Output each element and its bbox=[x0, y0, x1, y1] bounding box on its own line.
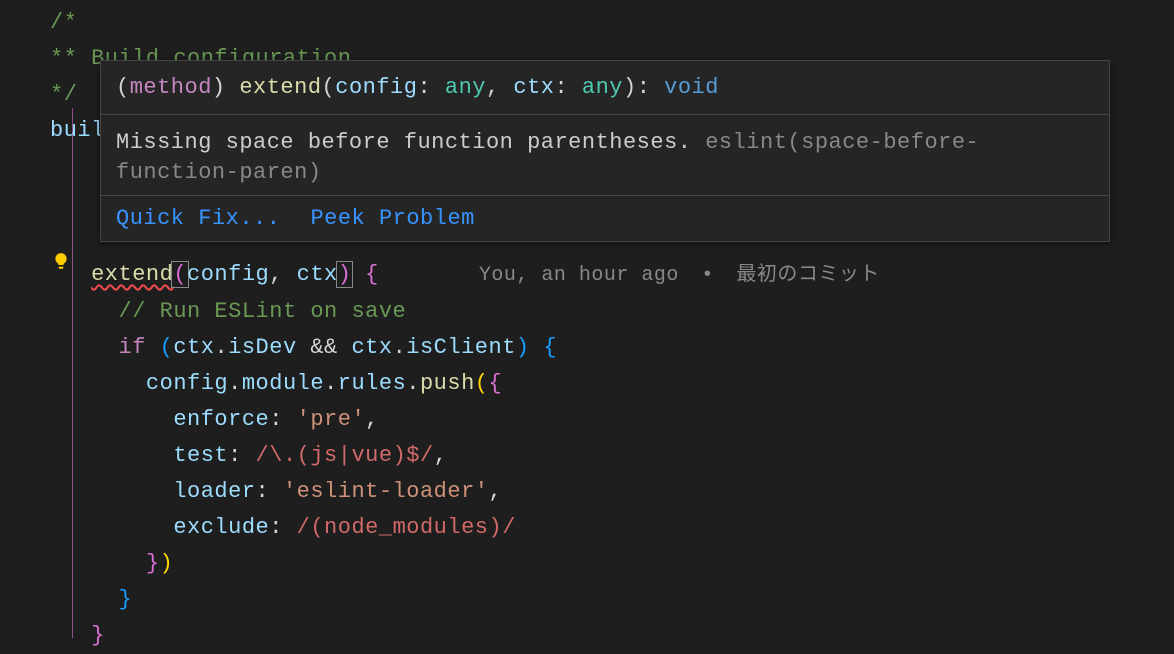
ctx-ref2: ctx bbox=[351, 335, 392, 360]
hover-signature: (method) extend(config: any, ctx: any): … bbox=[101, 61, 1109, 115]
param-config: config bbox=[187, 262, 269, 287]
lightbulb-icon[interactable] bbox=[52, 252, 72, 272]
param-ctx: ctx bbox=[297, 262, 338, 287]
extend-line[interactable]: extend(config, ctx) {You, an hour ago • … bbox=[50, 257, 1174, 294]
if-keyword: if bbox=[119, 335, 146, 360]
eslint-comment: // Run ESLint on save bbox=[119, 299, 407, 324]
quick-fix-link[interactable]: Quick Fix... bbox=[116, 206, 280, 231]
hover-widget: (method) extend(config: any, ctx: any): … bbox=[100, 60, 1110, 242]
hover-actions: Quick Fix... Peek Problem bbox=[101, 196, 1109, 241]
exclude-regex: /(node_modules)/ bbox=[297, 515, 516, 540]
hover-problem: Missing space before function parenthese… bbox=[101, 115, 1109, 196]
comment-close: */ bbox=[50, 82, 77, 107]
exclude-key: exclude bbox=[173, 515, 269, 540]
loader-val: 'eslint-loader' bbox=[283, 479, 489, 504]
test-key: test bbox=[173, 443, 228, 468]
ctx-ref: ctx bbox=[173, 335, 214, 360]
rules-prop: rules bbox=[338, 371, 407, 396]
lint-message: Missing space before function parenthese… bbox=[116, 130, 705, 155]
config-ref: config bbox=[146, 371, 228, 396]
enforce-key: enforce bbox=[173, 407, 269, 432]
git-blame-codelens[interactable]: You, an hour ago • 最初のコミット bbox=[479, 258, 880, 294]
loader-key: loader bbox=[173, 479, 255, 504]
comment-open: /* bbox=[50, 10, 77, 35]
test-regex: /\.(js|vue)$/ bbox=[256, 443, 434, 468]
extend-function[interactable]: extend bbox=[91, 262, 173, 287]
isClient: isClient bbox=[406, 335, 516, 360]
enforce-val: 'pre' bbox=[297, 407, 366, 432]
peek-problem-link[interactable]: Peek Problem bbox=[310, 206, 474, 231]
push-method: push bbox=[420, 371, 475, 396]
module-prop: module bbox=[242, 371, 324, 396]
isDev: isDev bbox=[228, 335, 297, 360]
